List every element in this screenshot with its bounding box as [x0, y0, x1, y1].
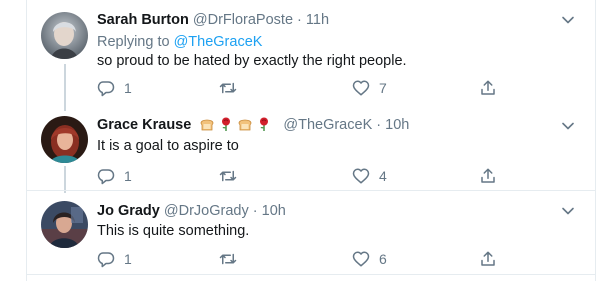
tweet-header: Jo Grady @DrJoGrady · 10h	[97, 201, 286, 221]
reply-count: 1	[124, 251, 132, 267]
like-count: 6	[379, 251, 387, 267]
bread-emoji	[238, 119, 252, 131]
replying-to: Replying to @TheGraceK	[97, 32, 262, 52]
display-name[interactable]: Grace Krause	[97, 117, 191, 133]
separator-dot: ·	[252, 203, 258, 219]
like-count: 7	[379, 80, 387, 96]
share-button[interactable]	[479, 78, 497, 98]
tweet-actions: 1 7	[97, 78, 517, 98]
timestamp[interactable]: 10h	[262, 203, 286, 219]
like-button[interactable]: 6	[352, 249, 387, 269]
avatar[interactable]	[41, 116, 88, 163]
retweet-icon	[219, 253, 237, 265]
reply-button[interactable]: 1	[97, 249, 132, 269]
like-count: 4	[379, 168, 387, 184]
tweet[interactable]: Jo Grady @DrJoGrady · 10h This is quite …	[27, 190, 595, 275]
timestamp[interactable]: 10h	[385, 117, 409, 133]
user-handle[interactable]: @TheGraceK	[283, 117, 372, 133]
heart-icon	[352, 251, 370, 267]
tweet-header: Sarah Burton @DrFloraPoste · 11h	[97, 10, 329, 30]
reply-count: 1	[124, 80, 132, 96]
bread-emoji	[200, 119, 214, 131]
timeline-border-right	[595, 0, 596, 281]
share-button[interactable]	[479, 249, 497, 269]
reply-count: 1	[124, 168, 132, 184]
tweet-actions: 1 6	[97, 249, 517, 269]
chevron-down-icon[interactable]	[561, 13, 575, 27]
rose-emoji	[260, 117, 269, 131]
share-icon	[481, 80, 495, 95]
share-button[interactable]	[479, 166, 497, 186]
reply-button[interactable]: 1	[97, 166, 132, 186]
share-icon	[481, 251, 495, 266]
tweet[interactable]: Sarah Burton @DrFloraPoste · 11h Replyin…	[27, 0, 595, 104]
retweet-button[interactable]	[219, 166, 237, 186]
avatar[interactable]	[41, 12, 88, 59]
tweet-text: so proud to be hated by exactly the righ…	[97, 53, 407, 69]
replying-label: Replying to	[97, 34, 170, 50]
tweet-text: This is quite something.	[97, 223, 250, 239]
separator-dot: ·	[376, 117, 382, 133]
tweet-actions: 1 4	[97, 166, 517, 186]
avatar[interactable]	[41, 201, 88, 248]
retweet-icon	[219, 82, 237, 94]
tweet-thread: Sarah Burton @DrFloraPoste · 11h Replyin…	[0, 0, 600, 281]
retweet-icon	[219, 170, 237, 182]
mention-link[interactable]: @TheGraceK	[174, 34, 263, 50]
tweet-text: It is a goal to aspire to	[97, 138, 239, 154]
reply-icon	[97, 81, 115, 97]
separator-dot: ·	[297, 12, 302, 28]
tweet[interactable]: Grace Krause @TheGraceK · 10h It is a go…	[27, 104, 595, 190]
display-name[interactable]: Jo Grady	[97, 203, 160, 219]
heart-icon	[352, 80, 370, 96]
timestamp[interactable]: 11h	[306, 12, 329, 28]
user-handle[interactable]: @DrFloraPoste	[193, 12, 293, 28]
chevron-down-icon[interactable]	[561, 204, 575, 218]
retweet-button[interactable]	[219, 78, 237, 98]
heart-icon	[352, 168, 370, 184]
user-handle[interactable]: @DrJoGrady	[164, 203, 249, 219]
name-emojis	[199, 116, 275, 132]
reply-icon	[97, 169, 115, 185]
reply-icon	[97, 252, 115, 268]
display-name[interactable]: Sarah Burton	[97, 12, 189, 28]
retweet-button[interactable]	[219, 249, 237, 269]
chevron-down-icon[interactable]	[561, 119, 575, 133]
thread-connector-line	[64, 166, 66, 193]
tweet-header: Grace Krause @TheGraceK · 10h	[97, 115, 409, 135]
share-icon	[481, 168, 495, 183]
rose-emoji	[222, 117, 231, 131]
reply-button[interactable]: 1	[97, 78, 132, 98]
like-button[interactable]: 7	[352, 78, 387, 98]
like-button[interactable]: 4	[352, 166, 387, 186]
